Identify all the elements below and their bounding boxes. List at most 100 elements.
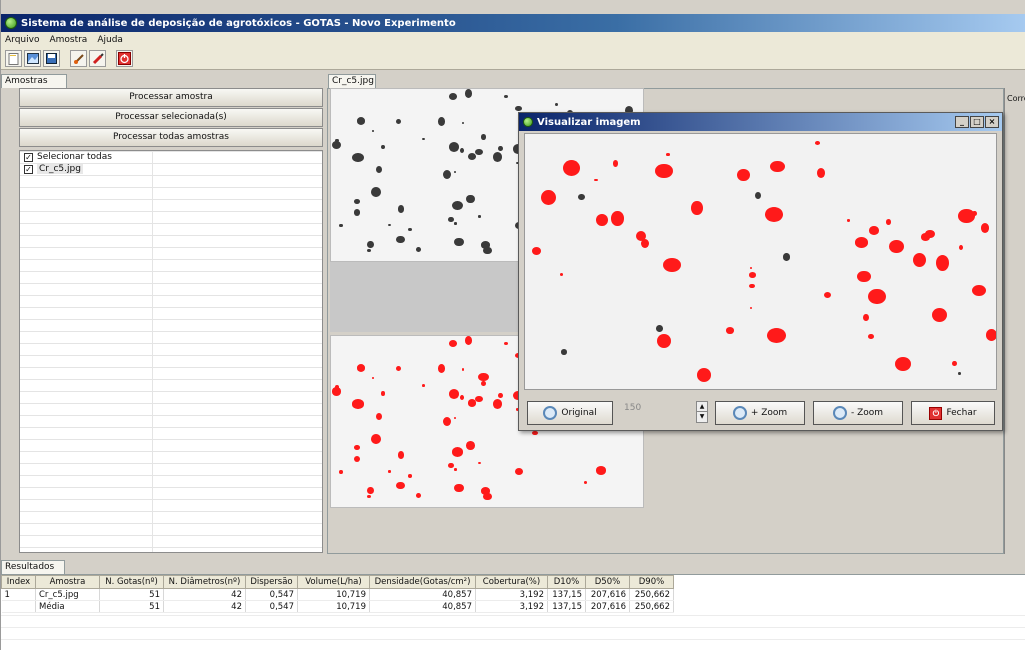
droplet (465, 336, 473, 345)
cell-d90: 250,662 (629, 588, 674, 601)
droplet (395, 119, 401, 125)
title-bar[interactable]: Sistema de análise de deposição de agrot… (1, 14, 1025, 32)
maximize-icon[interactable]: □ (970, 116, 984, 128)
droplet (656, 325, 663, 333)
menu-ajuda[interactable]: Ajuda (97, 35, 123, 45)
droplet (422, 384, 426, 388)
sample-list: ✓ Selecionar todas ✓ Cr_c5.jpg (19, 150, 323, 553)
list-item[interactable]: ✓ Cr_c5.jpg (20, 163, 322, 175)
close-icon[interactable]: × (985, 116, 999, 128)
droplet (869, 226, 880, 235)
tab-amostras[interactable]: Amostras (1, 74, 67, 88)
magnifier-icon (732, 406, 747, 420)
droplet (612, 160, 618, 167)
droplet (448, 462, 454, 469)
select-all-row[interactable]: ✓ Selecionar todas (20, 151, 322, 163)
droplet (454, 483, 465, 493)
table-row[interactable]: Média 51 42 0,547 10,719 40,857 3,192 13… (1, 600, 674, 613)
menu-amostra[interactable]: Amostra (49, 35, 87, 45)
dialog-title-bar[interactable]: Visualizar imagem (519, 113, 1002, 131)
menu-bar: Arquivo Amostra Ajuda (1, 32, 1025, 48)
marker-icon[interactable] (89, 50, 106, 67)
menu-arquivo[interactable]: Arquivo (5, 35, 39, 45)
magnifier-icon (543, 406, 558, 420)
droplet (492, 152, 503, 162)
process-sample-button[interactable]: Processar amostra (19, 88, 323, 107)
droplet (478, 215, 481, 218)
droplet (595, 466, 607, 475)
window-controls: _ □ × (955, 116, 999, 128)
col-densidade[interactable]: Densidade(Gotas/cm²) (369, 575, 476, 589)
dialog-title: Visualizar imagem (537, 116, 641, 128)
cell-volume: 10,719 (297, 600, 370, 613)
droplet (352, 152, 364, 162)
spin-up-icon[interactable]: ▲ (697, 402, 707, 412)
droplet (656, 333, 671, 348)
zoomed-image[interactable] (524, 133, 997, 390)
col-dispersao[interactable]: Dispersão (245, 575, 298, 589)
zoom-level: 150 (624, 403, 642, 413)
original-button[interactable]: Original (527, 401, 613, 425)
col-cobertura[interactable]: Cobertura(%) (475, 575, 548, 589)
stop-icon: ⏻ (929, 406, 943, 420)
select-all-checkbox[interactable]: ✓ (24, 152, 33, 162)
cell-dispersao: 0,547 (245, 600, 298, 613)
droplet (514, 105, 522, 112)
droplet (387, 224, 391, 227)
droplet (465, 89, 473, 98)
droplet (868, 288, 886, 304)
droplet (854, 237, 868, 248)
droplet (655, 163, 674, 179)
table-header-row: Index Amostra N. Gotas(nº) N. Diâmetros(… (1, 575, 674, 589)
results-table-area: Index Amostra N. Gotas(nº) N. Diâmetros(… (1, 574, 1025, 650)
droplet (766, 327, 787, 343)
paint-icon[interactable] (70, 50, 87, 67)
open-image-icon[interactable] (24, 50, 41, 67)
droplet (863, 314, 869, 322)
close-button[interactable]: ⏻ Fechar (911, 401, 995, 425)
col-gotas[interactable]: N. Gotas(nº) (99, 575, 164, 589)
spin-down-icon[interactable]: ▼ (697, 412, 707, 422)
toolbar (1, 48, 1025, 70)
zoom-in-button[interactable]: + Zoom (715, 401, 805, 425)
droplet (475, 395, 483, 402)
col-index[interactable]: Index (1, 575, 36, 589)
results-table: Index Amostra N. Gotas(nº) N. Diâmetros(… (1, 575, 674, 613)
tab-image[interactable]: Cr_c5.jpg (328, 74, 376, 88)
droplet (466, 441, 475, 450)
tab-resultados[interactable]: Resultados (1, 560, 65, 574)
droplet (481, 381, 486, 387)
view-image-dialog: Visualizar imagem _ □ × Original 150 ▲ ▼ … (518, 112, 1003, 431)
droplet (985, 328, 996, 341)
col-d90[interactable]: D90% (629, 575, 674, 589)
cell-d50: 207,616 (585, 588, 630, 601)
new-file-icon[interactable] (5, 50, 22, 67)
table-row[interactable]: 1 Cr_c5.jpg 51 42 0,547 10,719 40,857 3,… (1, 588, 674, 601)
minimize-icon[interactable]: _ (955, 116, 969, 128)
droplet (816, 168, 826, 179)
droplet (448, 216, 454, 222)
col-amostra[interactable]: Amostra (35, 575, 100, 589)
save-icon[interactable] (43, 50, 60, 67)
col-d50[interactable]: D50% (585, 575, 630, 589)
droplet (352, 399, 364, 409)
power-icon[interactable] (116, 50, 133, 67)
zoom-spinner[interactable]: ▲ ▼ (696, 401, 708, 423)
magnifier-icon (832, 406, 847, 420)
droplet (397, 451, 404, 459)
process-selected-button[interactable]: Processar selecionada(s) (19, 108, 323, 127)
sample-checkbox[interactable]: ✓ (24, 164, 33, 174)
app-icon (523, 117, 533, 127)
droplet (578, 193, 585, 200)
zoom-out-button[interactable]: - Zoom (813, 401, 903, 425)
cell-d10: 137,15 (547, 588, 586, 601)
col-volume[interactable]: Volume(L/ha) (297, 575, 370, 589)
col-diametros[interactable]: N. Diâmetros(nº) (163, 575, 246, 589)
droplet (532, 430, 538, 436)
cell-cobertura: 3,192 (475, 600, 548, 613)
col-d10[interactable]: D10% (547, 575, 586, 589)
droplet (980, 223, 989, 233)
droplet (868, 334, 874, 340)
droplet (396, 481, 405, 489)
process-all-button[interactable]: Processar todas amostras (19, 128, 323, 147)
